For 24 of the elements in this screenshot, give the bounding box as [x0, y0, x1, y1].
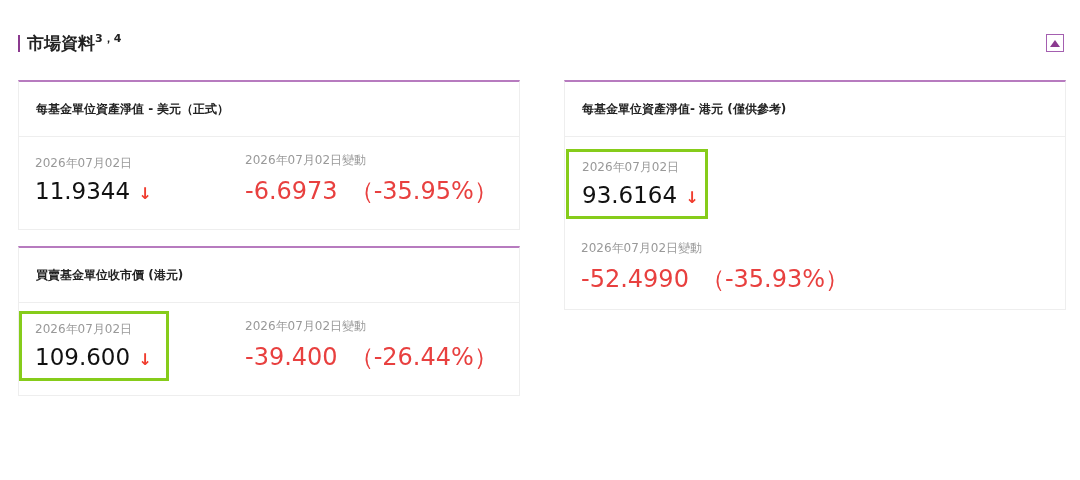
collapse-button[interactable] — [1046, 34, 1064, 52]
price-date: 2026年07月02日 — [35, 155, 134, 172]
price-value: 11.9344 — [35, 178, 131, 204]
price-date: 2026年07月02日 — [582, 159, 681, 176]
change-percent: （-35.93%） — [700, 264, 850, 295]
change-value: -6.6973 — [245, 177, 338, 205]
change-date: 2026年07月02日變動 — [581, 240, 704, 257]
down-arrow: ↓ — [138, 349, 152, 369]
change-percent: （-35.95%） — [349, 176, 498, 207]
down-arrow: ↓ — [138, 183, 152, 203]
change-value: -39.400 — [245, 343, 338, 371]
change-percent: （-26.44%） — [349, 342, 498, 373]
price-value: 109.600 — [35, 344, 131, 370]
price-date: 2026年07月02日 — [35, 321, 134, 338]
change-date: 2026年07月02日變動 — [245, 152, 368, 169]
card-title: 買賣基金單位收市價 (港元) — [19, 248, 519, 303]
price-value: 93.6164 — [582, 182, 678, 208]
triangle-up-icon — [1050, 39, 1060, 47]
section-title: 市場資料$^{3，4}$ — [27, 31, 122, 55]
card-title: 每基金單位資產淨值 - 美元（正式） — [19, 82, 519, 137]
card-title: 每基金單位資產淨值- 港元 (僅供參考) — [565, 82, 1065, 137]
change-date: 2026年07月02日變動 — [245, 318, 368, 335]
down-arrow: ↓ — [685, 187, 699, 207]
change-value: -52.4990 — [581, 265, 689, 293]
